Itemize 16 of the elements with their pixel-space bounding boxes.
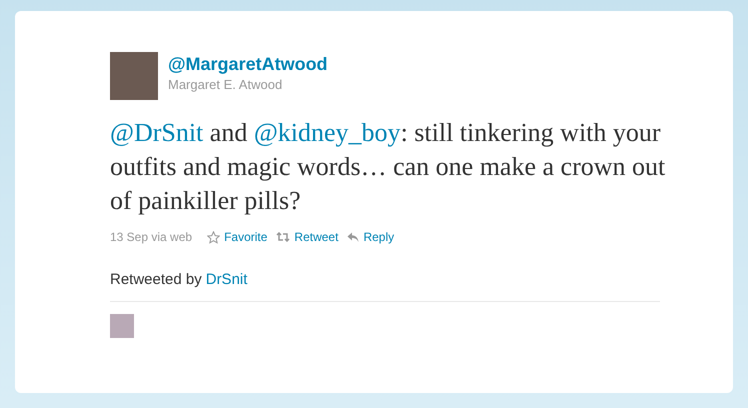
- photo-placeholder: [110, 52, 158, 100]
- mention-link[interactable]: @kidney_boy: [254, 118, 401, 147]
- reply-link[interactable]: Reply: [347, 230, 394, 244]
- retweeter-avatar[interactable]: [110, 314, 134, 338]
- tweet-time: 13 Sep via web: [110, 230, 192, 244]
- retweeted-by-label: Retweeted by: [110, 271, 202, 288]
- retweet-icon: [276, 232, 290, 242]
- favorite-link[interactable]: Favorite: [207, 230, 268, 244]
- reply-icon: [347, 232, 360, 242]
- author-name: Margaret E. Atwood: [168, 77, 284, 92]
- mention-link[interactable]: @DrSnit: [110, 118, 204, 147]
- retweeter-link[interactable]: DrSnit: [206, 271, 248, 288]
- retweet-link[interactable]: Retweet: [276, 230, 338, 244]
- star-icon: [207, 230, 220, 244]
- tweet-text: @DrSnit and @kidney_boy: still tinkering with your outfits and magic words… can one make a crown out of painkiller pills?: [110, 117, 666, 217]
- author-handle-link[interactable]: @MargaretAtwood: [168, 54, 328, 75]
